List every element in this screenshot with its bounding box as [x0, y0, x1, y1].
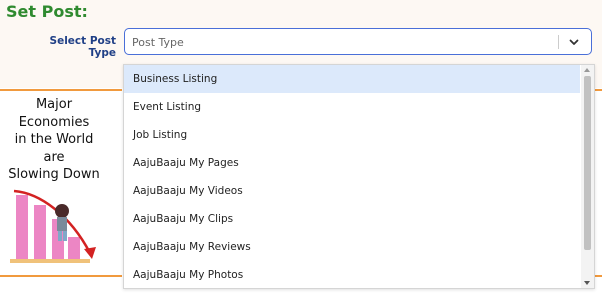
- scrollbar-thumb[interactable]: [584, 76, 591, 250]
- dropdown-option-my-pages[interactable]: AajuBaaju My Pages: [124, 149, 580, 177]
- banner-line: Major: [35, 97, 73, 112]
- banner-line: Slowing Down: [8, 167, 100, 182]
- post-type-dropdown-list[interactable]: Business Listing Event Listing Job Listi…: [123, 64, 595, 289]
- banner-line: in the World: [14, 132, 94, 147]
- dropdown-option-business-listing[interactable]: Business Listing: [124, 65, 580, 93]
- news-banner-edge: [594, 89, 602, 277]
- chevron-down-icon[interactable]: [566, 34, 582, 50]
- post-type-select[interactable]: Post Type: [124, 28, 592, 55]
- dropdown-option-my-clips[interactable]: AajuBaaju My Clips: [124, 205, 580, 233]
- dropdown-option-job-listing[interactable]: Job Listing: [124, 121, 580, 149]
- banner-line: are: [43, 149, 65, 165]
- select-post-type-label: Select Post Type: [49, 35, 116, 59]
- dropdown-option-my-photos[interactable]: AajuBaaju My Photos: [124, 261, 580, 288]
- set-post-title: Set Post:: [6, 2, 88, 21]
- dropdown-scrollbar[interactable]: [581, 65, 594, 288]
- banner-line: Economies: [18, 114, 90, 130]
- dropdown-option-my-reviews[interactable]: AajuBaaju My Reviews: [124, 233, 580, 261]
- dropdown-option-event-listing[interactable]: Event Listing: [124, 93, 580, 121]
- banner-headline: Major Economies in the World are Slowing…: [2, 96, 106, 184]
- select-divider: [558, 35, 559, 49]
- news-banner: Major Economies in the World are Slowing…: [0, 89, 122, 277]
- scroll-down-arrow-icon[interactable]: [584, 281, 590, 285]
- dropdown-option-my-videos[interactable]: AajuBaaju My Videos: [124, 177, 580, 205]
- scroll-up-arrow-icon[interactable]: [584, 68, 590, 72]
- post-type-select-value: Post Type: [132, 36, 184, 49]
- declining-economy-chart-illustration: [10, 189, 96, 263]
